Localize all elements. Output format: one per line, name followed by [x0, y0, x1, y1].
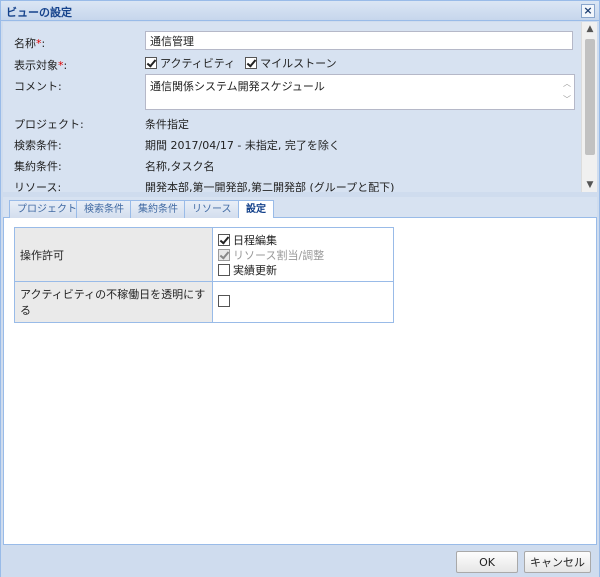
aggregate-condition-label: 集約条件:: [14, 160, 62, 173]
activity-checkbox-label: アクティビティ: [160, 57, 236, 70]
tab-bar: プロジェクト 検索条件 集約条件 リソース 設定: [3, 197, 597, 219]
project-value: 条件指定: [145, 118, 189, 131]
project-label: プロジェクト:: [14, 118, 84, 131]
cancel-button[interactable]: キャンセル: [524, 551, 591, 573]
title-bar: ビューの設定 ×: [1, 1, 599, 21]
scroll-up-icon[interactable]: ▲: [582, 22, 597, 36]
scrollbar-thumb[interactable]: [585, 39, 595, 155]
name-label: 名称*:: [14, 37, 46, 50]
actual-update-label: 実績更新: [233, 263, 277, 277]
table-row: アクティビティの不稼働日を透明にする: [14, 281, 394, 323]
tab-project[interactable]: プロジェクト: [9, 200, 85, 218]
tab-resource[interactable]: リソース: [184, 200, 240, 218]
name-input[interactable]: [145, 31, 573, 50]
textarea-scroll-arrows-icon[interactable]: ︿ ﹀: [561, 76, 573, 108]
milestone-checkbox-label: マイルストーン: [260, 57, 337, 70]
tab-aggregate-condition[interactable]: 集約条件: [130, 200, 186, 218]
dialog-title: ビューの設定: [6, 6, 72, 19]
comment-text: 通信関係システム開発スケジュール: [150, 80, 325, 93]
search-condition-label: 検索条件:: [14, 139, 62, 152]
comment-textarea[interactable]: 通信関係システム開発スケジュール ︿ ﹀: [145, 74, 575, 110]
view-settings-dialog: ビューの設定 × 名称*: 表示対象*: アクティビティ マイルストーン コメン…: [0, 0, 600, 577]
schedule-edit-option: 日程編集: [218, 232, 388, 247]
close-icon[interactable]: ×: [581, 4, 595, 18]
ok-button[interactable]: OK: [456, 551, 518, 573]
transparent-nonworking-label: アクティビティの不稼働日を透明にする: [14, 281, 213, 323]
settings-tab-content: 操作許可 日程編集 リソース割当/調整 実績更新 アクティビティの不稼働日を透明…: [3, 218, 597, 545]
tab-settings[interactable]: 設定: [238, 200, 274, 219]
scroll-down-icon[interactable]: ▼: [582, 178, 597, 192]
actual-update-option: 実績更新: [218, 262, 388, 277]
display-target-options: アクティビティ マイルストーン: [145, 55, 347, 71]
table-row: 操作許可 日程編集 リソース割当/調整 実績更新: [14, 227, 394, 282]
resource-assign-checkbox: [218, 248, 230, 261]
display-target-label: 表示対象*:: [14, 59, 68, 72]
actual-update-checkbox[interactable]: [218, 263, 230, 276]
search-condition-value: 期間 2017/04/17 - 未指定, 完了を除く: [145, 139, 340, 152]
aggregate-condition-value: 名称,タスク名: [145, 160, 215, 173]
schedule-edit-checkbox[interactable]: [218, 233, 230, 246]
resource-value: 開発本部,第一開発部,第二開発部 (グループと配下): [145, 181, 395, 192]
view-properties-panel: 名称*: 表示対象*: アクティビティ マイルストーン コメント: 通信関係シス…: [3, 22, 597, 192]
schedule-edit-label: 日程編集: [233, 233, 277, 247]
transparent-nonworking-checkbox[interactable]: [218, 294, 230, 307]
settings-table: 操作許可 日程編集 リソース割当/調整 実績更新 アクティビティの不稼働日を透明…: [14, 227, 394, 323]
activity-checkbox[interactable]: [145, 57, 157, 69]
dialog-footer: OK キャンセル: [1, 545, 599, 577]
resource-assign-label: リソース割当/調整: [233, 248, 325, 262]
milestone-checkbox[interactable]: [245, 57, 258, 69]
permission-options: 日程編集 リソース割当/調整 実績更新: [212, 227, 394, 282]
comment-label: コメント:: [14, 80, 62, 93]
permission-label: 操作許可: [14, 227, 213, 282]
resource-assign-option: リソース割当/調整: [218, 247, 388, 262]
transparent-nonworking-cell: [212, 281, 394, 323]
form-scrollbar[interactable]: ▲ ▼: [581, 22, 597, 192]
tab-search-condition[interactable]: 検索条件: [76, 200, 132, 218]
resource-label: リソース:: [14, 181, 62, 192]
